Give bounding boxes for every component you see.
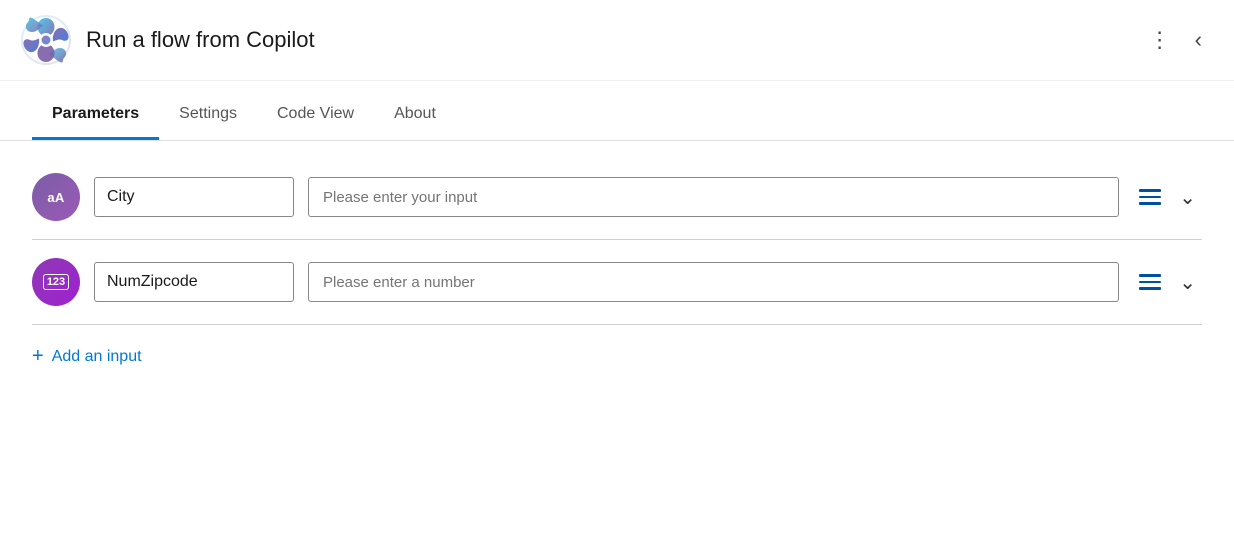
content-area: aA ⌄ 123 ⌄ + Add	[0, 141, 1234, 392]
type-badge-text: aA	[32, 173, 80, 221]
numzipcode-row-actions: ⌄	[1133, 266, 1202, 299]
text-type-label: aA	[47, 190, 64, 205]
more-vertical-icon: ⋮	[1149, 27, 1171, 53]
add-input-label: Add an input	[52, 348, 142, 366]
tab-parameters[interactable]: Parameters	[32, 89, 159, 140]
plus-icon: +	[32, 345, 44, 368]
city-value-input[interactable]	[308, 177, 1119, 217]
tab-code-view[interactable]: Code View	[257, 89, 374, 140]
city-name-input[interactable]	[94, 177, 294, 217]
city-row-actions: ⌄	[1133, 181, 1202, 214]
type-badge-number: 123	[32, 258, 80, 306]
numzipcode-value-input[interactable]	[308, 262, 1119, 302]
input-row-city: aA ⌄	[32, 169, 1202, 240]
chevron-left-icon: ‹	[1195, 27, 1202, 53]
tab-about[interactable]: About	[374, 89, 456, 140]
page-title: Run a flow from Copilot	[86, 27, 315, 53]
header: Run a flow from Copilot ⋮ ‹	[0, 0, 1234, 81]
numzipcode-name-input[interactable]	[94, 262, 294, 302]
city-menu-icon[interactable]	[1133, 185, 1167, 209]
header-left: Run a flow from Copilot	[20, 14, 315, 66]
header-actions: ⋮ ‹	[1141, 19, 1210, 61]
number-type-label: 123	[43, 274, 69, 290]
numzipcode-menu-icon[interactable]	[1133, 270, 1167, 294]
add-input-button[interactable]: + Add an input	[32, 325, 142, 368]
tabs-bar: Parameters Settings Code View About	[0, 89, 1234, 141]
app-logo	[20, 14, 72, 66]
more-options-button[interactable]: ⋮	[1141, 19, 1179, 61]
city-expand-button[interactable]: ⌄	[1173, 181, 1202, 214]
input-row-numzipcode: 123 ⌄	[32, 240, 1202, 325]
tab-settings[interactable]: Settings	[159, 89, 257, 140]
numzipcode-expand-button[interactable]: ⌄	[1173, 266, 1202, 299]
collapse-button[interactable]: ‹	[1187, 19, 1210, 61]
